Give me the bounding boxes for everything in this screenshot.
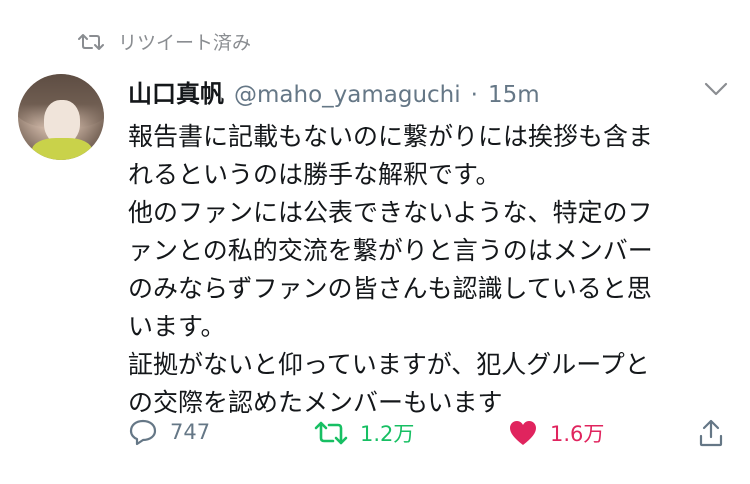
reply-count: 747: [170, 420, 211, 444]
tweet-line: 報告書に記載もないのに繋がりには挨拶も含ま: [128, 122, 654, 151]
user-handle[interactable]: @maho_yamaguchi: [234, 82, 461, 108]
tweet-actions: 747 1.2万 1.6万: [128, 418, 728, 454]
share-icon: [698, 418, 724, 448]
like-button[interactable]: 1.6万: [508, 418, 604, 448]
reply-button[interactable]: 747: [128, 418, 210, 446]
tweet-line: 証拠がないと仰っていますが、犯人グループと: [128, 350, 650, 379]
user-name[interactable]: 山口真帆: [128, 74, 224, 109]
tweet-line: 他のファンには公表できないような、特定のフ: [128, 198, 653, 227]
retweet-label: リツイート済み: [118, 32, 252, 54]
tweet-line: います。: [128, 312, 226, 341]
tweet-line: ァンとの私的交流を繋がりと言うのはメンバー: [128, 236, 653, 265]
heart-icon: [508, 419, 538, 447]
retweet-button[interactable]: 1.2万: [314, 418, 414, 448]
retweet-count: 1.2万: [360, 422, 415, 446]
reply-icon: [128, 418, 158, 446]
timestamp[interactable]: 15m: [488, 82, 540, 108]
share-button[interactable]: [698, 418, 724, 448]
tweet-line: のみならずファンの皆さんも認識していると思: [128, 274, 652, 303]
chevron-down-icon[interactable]: [704, 82, 728, 96]
retweet-context: リツイート済み: [78, 28, 251, 55]
retweet-icon: [314, 420, 348, 446]
avatar[interactable]: [18, 74, 104, 160]
like-count: 1.6万: [550, 422, 605, 446]
separator-dot: ·: [470, 82, 478, 108]
tweet-line: の交際を認めたメンバーもいます: [128, 388, 503, 417]
tweet-line: れるというのは勝手な解釈です。: [128, 160, 501, 189]
tweet-header: 山口真帆 @maho_yamaguchi · 15m: [128, 74, 540, 109]
retweet-icon: [78, 33, 104, 51]
tweet-text: 報告書に記載もないのに繋がりには挨拶も含ま れるというのは勝手な解釈です。 他の…: [128, 118, 728, 422]
